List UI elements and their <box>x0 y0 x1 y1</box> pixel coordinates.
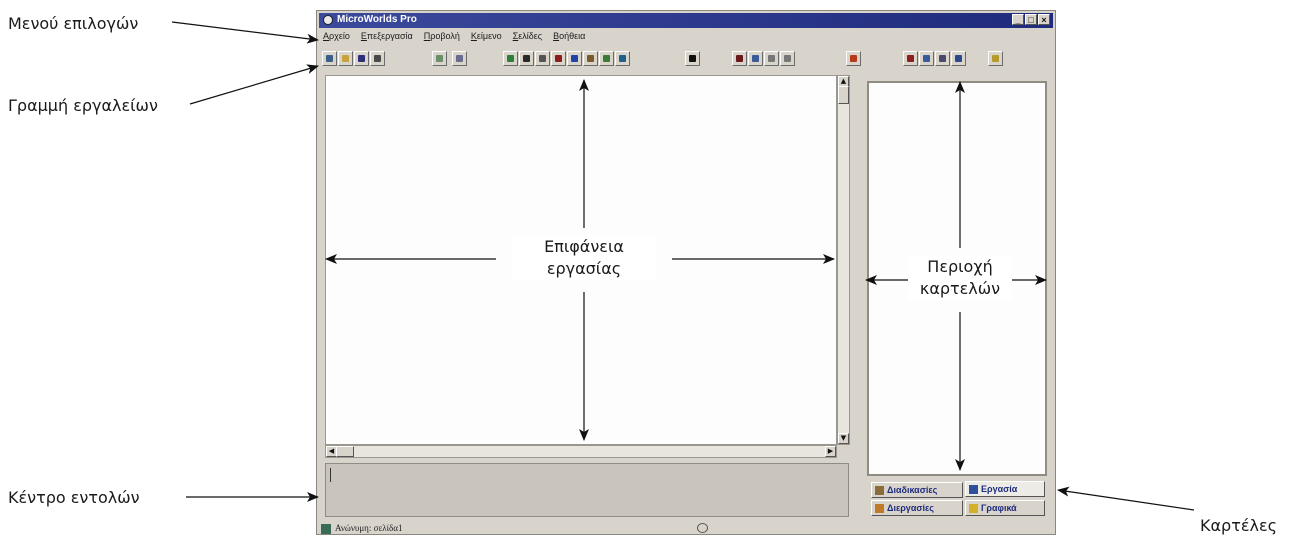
work-area-label-line1: Επιφάνεια <box>544 237 624 256</box>
work-area-label: Επιφάνεια εργασίας <box>512 236 656 280</box>
work-area-label-line2: εργασίας <box>546 259 622 278</box>
tab-area-label-line1: Περιοχή <box>927 257 993 276</box>
tab-area-label: Περιοχή καρτελών <box>908 256 1012 300</box>
tab-area-label-line2: καρτελών <box>919 279 1001 298</box>
